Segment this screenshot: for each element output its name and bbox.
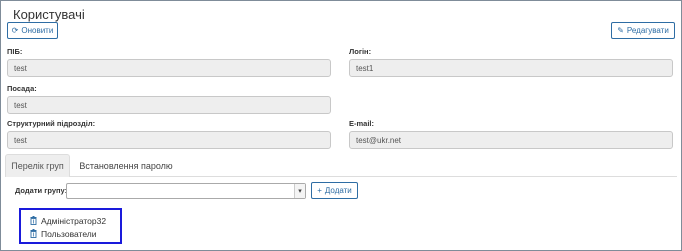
- refresh-label: Оновити: [21, 26, 54, 35]
- trash-icon[interactable]: [30, 215, 37, 227]
- list-item: Адміністратор32: [30, 215, 106, 227]
- add-group-label: Додати групу:: [15, 186, 68, 195]
- tab-bar: Перелік груп Встановлення паролю: [5, 154, 677, 177]
- email-field: test@ukr.net: [349, 131, 673, 149]
- login-label: Логін:: [349, 47, 372, 56]
- list-item: Пользователи: [30, 228, 96, 240]
- pib-label: ПІБ:: [7, 47, 23, 56]
- tab-set-password[interactable]: Встановлення паролю: [71, 154, 181, 177]
- plus-icon: +: [317, 185, 322, 195]
- users-panel: Користувачі ⟳ Оновити ✎ Редагувати ПІБ: …: [0, 0, 682, 251]
- edit-label: Редагувати: [626, 26, 669, 35]
- trash-icon[interactable]: [30, 228, 37, 240]
- department-field: test: [7, 131, 331, 149]
- position-label: Посада:: [7, 84, 37, 93]
- login-field: test1: [349, 59, 673, 77]
- group-list: Адміністратор32 Пользователи: [19, 208, 122, 244]
- group-name: Пользователи: [41, 229, 97, 239]
- group-select[interactable]: ▾: [66, 183, 306, 199]
- add-group-button-label: Додати: [324, 186, 352, 195]
- page-title: Користувачі: [13, 7, 85, 22]
- position-field: test: [7, 96, 331, 114]
- email-label: E-mail:: [349, 119, 375, 128]
- group-name: Адміністратор32: [41, 216, 107, 226]
- edit-icon: ✎: [617, 25, 624, 35]
- edit-button[interactable]: ✎ Редагувати: [611, 22, 675, 39]
- add-group-button[interactable]: + Додати: [311, 182, 358, 199]
- department-label: Структурний підрозділ:: [7, 119, 96, 128]
- refresh-button[interactable]: ⟳ Оновити: [7, 22, 58, 39]
- chevron-down-icon[interactable]: ▾: [294, 184, 305, 198]
- pib-field: test: [7, 59, 331, 77]
- refresh-icon: ⟳: [11, 25, 19, 35]
- tab-group-list[interactable]: Перелік груп: [5, 154, 70, 177]
